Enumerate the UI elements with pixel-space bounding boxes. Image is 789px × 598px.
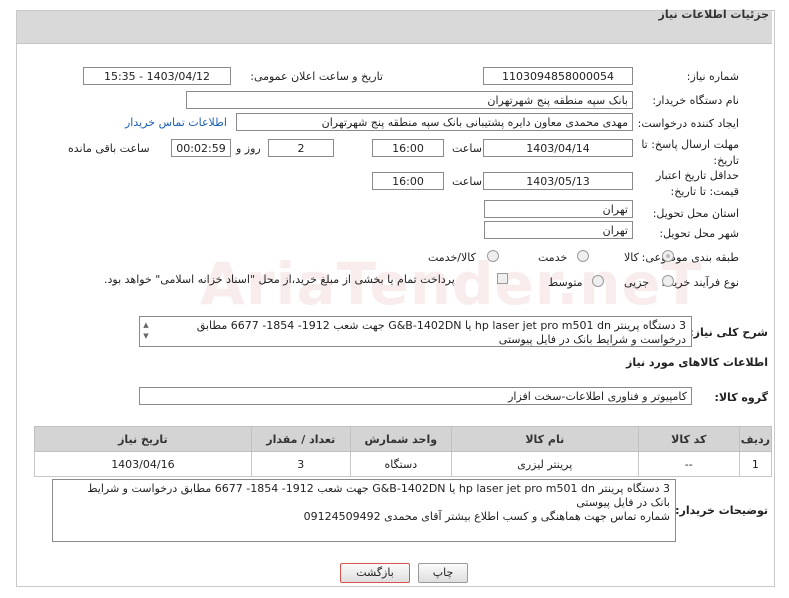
- unit-cell: دستگاه: [349, 451, 452, 477]
- treasury-payment-note: پرداخت تمام یا بخشی از مبلغ خرید،از محل …: [104, 273, 455, 286]
- buyer-notes-line-2: بانک در فایل پیوستی: [576, 496, 670, 509]
- treasury-payment-checkbox[interactable]: [497, 273, 508, 284]
- buyer-notes-box[interactable]: 3 دستگاه پرینتر hp laser jet pro m501 dn…: [52, 479, 676, 542]
- need-number-field: 1103094858000054: [483, 67, 633, 85]
- goods-group-label: گروه کالا:: [714, 391, 768, 404]
- col-name-header: نام کالا: [450, 426, 639, 452]
- goods-name-cell: پرینتر لیزری: [450, 451, 639, 477]
- city-field: تهران: [484, 221, 633, 239]
- col-date-header: تاریخ نیاز: [34, 426, 252, 452]
- need-summary-box[interactable]: 3 دستگاه پرینتر hp laser jet pro m501 dn…: [139, 316, 692, 347]
- process-medium-label: متوسط: [548, 276, 583, 289]
- print-button[interactable]: چاپ: [418, 563, 468, 583]
- process-minor-radio[interactable]: [662, 275, 674, 287]
- days-field: 2: [268, 139, 334, 157]
- goods-code-cell: --: [637, 451, 740, 477]
- buyer-contact-link[interactable]: اطلاعات تماس خریدار: [125, 116, 227, 129]
- days-label: روز و: [236, 142, 261, 155]
- remaining-time-field: 00:02:59: [171, 139, 231, 157]
- remaining-label: ساعت باقی مانده: [68, 142, 150, 155]
- goods-table: ردیف کد کالا نام کالا واحد شمارش تعداد /…: [34, 426, 773, 477]
- reply-deadline-label: مهلت ارسال پاسخ: تا تاریخ:: [641, 138, 739, 167]
- category-both-label: کالا/خدمت: [428, 251, 476, 264]
- city-label: شهر محل تحویل:: [659, 227, 739, 240]
- need-summary-line-1: 3 دستگاه پرینتر hp laser jet pro m501 dn…: [196, 319, 686, 332]
- page-title: جزئیات اطلاعات نیاز: [658, 8, 770, 21]
- category-service-label: خدمت: [538, 251, 568, 264]
- price-validity-label: حداقل تاریخ اعتبار قیمت: تا تاریخ:: [655, 169, 739, 198]
- goods-info-title: اطلاعات کالاهای مورد نیاز: [626, 356, 768, 369]
- buyer-notes-line-1: 3 دستگاه پرینتر hp laser jet pro m501 dn…: [87, 482, 670, 495]
- goods-group-field: کامپیوتر و فناوری اطلاعات-سخت افزار: [139, 387, 692, 405]
- buyer-org-label: نام دستگاه خریدار:: [652, 94, 739, 107]
- need-summary-line-2: درخواست و شرایط بانک در فایل پیوستی: [498, 333, 686, 346]
- need-summary-scrollbar[interactable]: ▲ ▼: [140, 320, 152, 344]
- col-code-header: کد کالا: [637, 426, 740, 452]
- process-medium-radio[interactable]: [592, 275, 604, 287]
- category-both-radio[interactable]: [487, 250, 499, 262]
- col-row-header: ردیف: [738, 426, 773, 452]
- buyer-notes-line-3: شماره تماس جهت هماهنگی و کسب اطلاع بیشتر…: [303, 510, 670, 523]
- table-header-row: ردیف کد کالا نام کالا واحد شمارش تعداد /…: [34, 426, 773, 452]
- need-number-label: شماره نیاز:: [686, 70, 739, 83]
- need-summary-label: شرح کلی نیاز:: [689, 326, 768, 339]
- province-label: استان محل تحویل:: [652, 207, 739, 220]
- requester-field: مهدی محمدی معاون دایره پشتیبانی بانک سپه…: [236, 113, 633, 131]
- reply-time-label: ساعت: [452, 142, 482, 155]
- buyer-notes-label: توضیحات خریدار:: [675, 504, 768, 517]
- requester-label: ایجاد کننده درخواست:: [637, 117, 739, 130]
- announce-datetime-label: تاریخ و ساعت اعلان عمومی:: [250, 70, 383, 83]
- reply-date-field: 1403/04/14: [483, 139, 633, 157]
- buyer-org-field: بانک سپه منطقه پنج شهرتهران: [186, 91, 633, 109]
- announce-datetime-field: 1403/04/12 - 15:35: [83, 67, 231, 85]
- validity-time-field: 16:00: [372, 172, 444, 190]
- province-field: تهران: [484, 200, 633, 218]
- col-qty-header: تعداد / مقدار: [250, 426, 351, 452]
- table-row: 1 -- پرینتر لیزری دستگاه 3 1403/04/16: [34, 451, 773, 477]
- category-goods-label: کالا: [624, 251, 639, 264]
- row-number-cell: 1: [738, 451, 773, 477]
- category-goods-radio[interactable]: [662, 250, 674, 262]
- quantity-cell: 3: [250, 451, 351, 477]
- reply-time-field: 16:00: [372, 139, 444, 157]
- category-label: طبقه بندی موضوعی:: [641, 251, 739, 264]
- col-unit-header: واحد شمارش: [349, 426, 452, 452]
- need-date-cell: 1403/04/16: [34, 451, 252, 477]
- validity-date-field: 1403/05/13: [483, 172, 633, 190]
- process-minor-label: جزیی: [624, 276, 650, 289]
- category-service-radio[interactable]: [577, 250, 589, 262]
- validity-time-label: ساعت: [452, 175, 482, 188]
- back-button[interactable]: بازگشت: [340, 563, 410, 583]
